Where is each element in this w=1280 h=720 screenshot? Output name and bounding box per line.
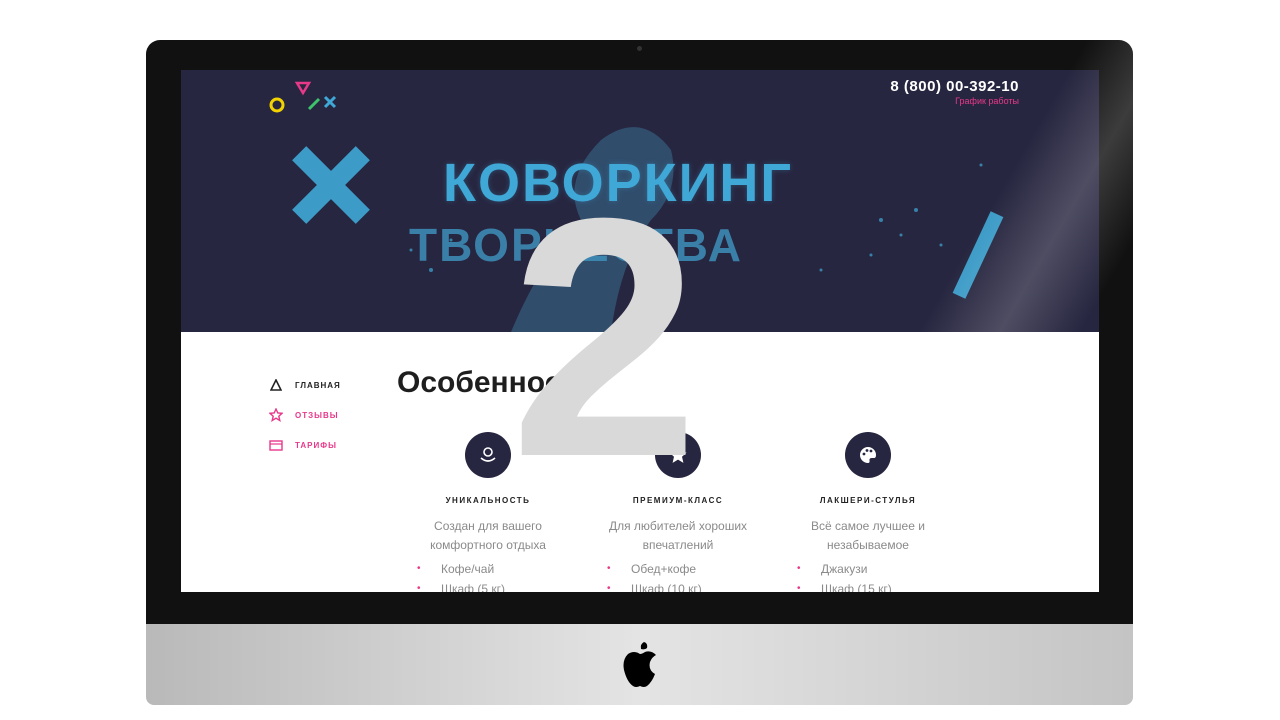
camera-icon <box>637 46 642 51</box>
monitor-chin <box>146 624 1133 705</box>
schedule-link[interactable]: График работы <box>955 96 1019 106</box>
palette-icon <box>845 432 891 478</box>
nav-item-label: ГЛАВНАЯ <box>295 380 341 390</box>
overlay-step-number: 2 <box>510 148 700 528</box>
phone-number[interactable]: 8 (800) 00-392-10 <box>890 78 1019 95</box>
side-nav: ГЛАВНАЯ ОТЗЫВЫ ТАРИФЫ <box>269 370 341 460</box>
nav-item-home[interactable]: ГЛАВНАЯ <box>269 370 341 400</box>
feature-list: Кофе/чай Шкаф (5 кг) <box>393 559 583 592</box>
list-item: Обед+кофе <box>583 559 773 579</box>
feature-card-luxury: ЛАКШЕРИ-СТУЛЬЯ Всё самое лучшее и незабы… <box>773 432 963 592</box>
nav-item-reviews[interactable]: ОТЗЫВЫ <box>269 400 341 430</box>
hand-flower-icon <box>465 432 511 478</box>
triangle-icon <box>269 378 283 392</box>
list-item: Кофе/чай <box>393 559 583 579</box>
feature-name: ЛАКШЕРИ-СТУЛЬЯ <box>819 496 917 505</box>
feature-description: Всё самое лучшее и незабываемое <box>811 519 925 552</box>
nav-item-label: ТАРИФЫ <box>295 440 337 450</box>
nav-item-label: ОТЗЫВЫ <box>295 410 339 420</box>
list-item: Шкаф (15 кг) <box>773 579 963 592</box>
slash-decoration <box>952 211 1004 299</box>
list-item: Джакузи <box>773 559 963 579</box>
feature-list: Джакузи Шкаф (15 кг) <box>773 559 963 592</box>
star-icon <box>269 408 283 422</box>
nav-item-tariffs[interactable]: ТАРИФЫ <box>269 430 341 460</box>
list-item: Шкаф (5 кг) <box>393 579 583 592</box>
site-logo[interactable] <box>267 75 347 115</box>
feature-list: Обед+кофе Шкаф (10 кг) <box>583 559 773 592</box>
x-shape-decoration <box>292 146 370 224</box>
apple-logo-icon <box>623 642 656 687</box>
wallet-icon <box>269 438 283 452</box>
list-item: Шкаф (10 кг) <box>583 579 773 592</box>
